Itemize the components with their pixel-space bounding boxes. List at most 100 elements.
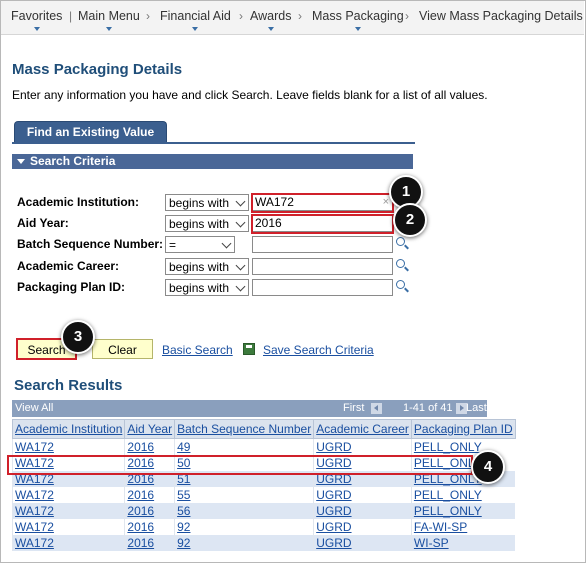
table-header-row: Academic Institution Aid Year Batch Sequ…: [11, 419, 516, 439]
nav-favorites[interactable]: Favorites: [11, 9, 63, 31]
cell-institution[interactable]: WA172: [15, 504, 54, 518]
operator-value: begins with: [169, 217, 230, 231]
operator-value: =: [169, 238, 177, 252]
column-header-batch-sequence-number[interactable]: Batch Sequence Number: [174, 419, 315, 439]
cell-aid-year[interactable]: 2016: [127, 504, 154, 518]
nav-view-mass-packaging-details[interactable]: View Mass Packaging Details: [419, 9, 583, 23]
previous-arrow-icon[interactable]: [371, 403, 382, 414]
last-link[interactable]: Last: [466, 400, 487, 417]
instructions-text: Enter any information you have and click…: [12, 88, 488, 102]
lookup-magnifier-icon[interactable]: [396, 280, 410, 294]
nav-awards[interactable]: Awards: [250, 9, 292, 31]
lookup-magnifier-icon[interactable]: [396, 237, 410, 251]
cell-batch-number[interactable]: 55: [177, 488, 190, 502]
dropdown-arrow-icon: [105, 27, 112, 31]
cell-plan-id[interactable]: WI-SP: [414, 536, 449, 550]
callout-marker: 4: [471, 450, 505, 484]
cell-career[interactable]: UGRD: [316, 536, 351, 550]
dropdown-arrow-icon: [33, 27, 40, 31]
nav-label: Favorites: [11, 9, 63, 23]
view-all-link[interactable]: View All: [15, 400, 53, 417]
nav-label: View Mass Packaging Details: [419, 9, 583, 23]
column-header-academic-career[interactable]: Academic Career: [313, 419, 412, 439]
chevron-right-icon: ›: [239, 9, 243, 23]
cell-batch-number[interactable]: 92: [177, 520, 190, 534]
collapse-triangle-icon: [17, 159, 25, 165]
search-results-title: Search Results: [14, 377, 123, 394]
cell-plan-id[interactable]: PELL_ONLY: [414, 440, 482, 454]
table-row[interactable]: WA172 2016 92 UGRD WI-SP: [11, 535, 516, 551]
operator-select-academic-career[interactable]: begins with: [165, 258, 249, 275]
dropdown-arrow-icon: [192, 27, 199, 31]
table-row[interactable]: WA172 2016 92 UGRD FA-WI-SP: [11, 519, 516, 535]
cell-batch-number[interactable]: 49: [177, 440, 190, 454]
cell-batch-number[interactable]: 92: [177, 536, 190, 550]
nav-label: Main Menu: [78, 9, 140, 23]
callout-marker: 3: [61, 320, 95, 354]
cell-institution[interactable]: WA172: [15, 440, 54, 454]
cell-aid-year[interactable]: 2016: [127, 520, 154, 534]
cell-aid-year[interactable]: 2016: [127, 488, 154, 502]
search-criteria-header[interactable]: Search Criteria: [12, 154, 413, 169]
cell-career[interactable]: UGRD: [316, 440, 351, 454]
save-search-criteria-link[interactable]: Save Search Criteria: [263, 343, 374, 357]
nav-mass-packaging[interactable]: Mass Packaging: [312, 9, 404, 31]
chevron-right-icon: ›: [146, 9, 150, 23]
chevron-down-icon: [235, 260, 246, 271]
results-range: 1-41 of 41: [403, 402, 453, 414]
cell-institution[interactable]: WA172: [15, 520, 54, 534]
dropdown-arrow-icon: [267, 27, 274, 31]
table-row[interactable]: WA172 2016 56 UGRD PELL_ONLY: [11, 503, 516, 519]
search-results-table: Academic Institution Aid Year Batch Sequ…: [11, 419, 516, 551]
cell-aid-year[interactable]: 2016: [127, 440, 154, 454]
page-title: Mass Packaging Details: [12, 61, 183, 78]
column-header-packaging-plan-id[interactable]: Packaging Plan ID: [410, 419, 516, 439]
nav-main-menu[interactable]: Main Menu: [78, 9, 140, 31]
input-batch-sequence-number[interactable]: [252, 236, 393, 253]
operator-select-packaging-plan-id[interactable]: begins with: [165, 279, 249, 296]
cell-institution[interactable]: WA172: [15, 488, 54, 502]
chevron-down-icon: [235, 196, 246, 207]
cell-career[interactable]: UGRD: [316, 488, 351, 502]
table-row[interactable]: WA172 2016 49 UGRD PELL_ONLY: [11, 438, 516, 455]
cell-plan-id[interactable]: PELL_ONLY: [414, 504, 482, 518]
basic-search-link[interactable]: Basic Search: [162, 343, 233, 357]
operator-value: begins with: [169, 281, 230, 295]
lookup-magnifier-icon[interactable]: [396, 259, 410, 273]
label-academic-career: Academic Career:: [17, 259, 120, 273]
cell-career[interactable]: UGRD: [316, 504, 351, 518]
chevron-down-icon: [235, 281, 246, 292]
nav-label: Awards: [250, 9, 292, 23]
table-row[interactable]: WA172 2016 55 UGRD PELL_ONLY: [11, 487, 516, 503]
column-header-academic-institution[interactable]: Academic Institution: [11, 419, 126, 439]
save-disk-icon: [243, 343, 255, 355]
results-navigation-bar: View All First 1-41 of 41 Last: [12, 400, 487, 417]
tab-find-existing-value[interactable]: Find an Existing Value: [14, 121, 167, 143]
highlight-result-row: [7, 455, 473, 475]
dropdown-arrow-icon: [354, 27, 361, 31]
first-link[interactable]: First: [343, 400, 364, 417]
operator-select-aid-year[interactable]: begins with: [165, 215, 249, 232]
operator-value: begins with: [169, 260, 230, 274]
operator-select-academic-institution[interactable]: begins with: [165, 194, 249, 211]
cell-plan-id[interactable]: PELL_ONLY: [414, 488, 482, 502]
highlight-academic-institution: [251, 193, 394, 213]
nav-label: Mass Packaging: [312, 9, 404, 23]
cell-institution[interactable]: WA172: [15, 536, 54, 550]
tab-underline: [12, 142, 415, 144]
cell-plan-id[interactable]: FA-WI-SP: [414, 520, 467, 534]
nav-financial-aid[interactable]: Financial Aid: [160, 9, 231, 31]
chevron-right-icon: ›: [405, 9, 409, 23]
input-packaging-plan-id[interactable]: [252, 279, 393, 296]
chevron-right-icon: ›: [298, 9, 302, 23]
chevron-down-icon: [221, 238, 232, 249]
cell-aid-year[interactable]: 2016: [127, 536, 154, 550]
cell-career[interactable]: UGRD: [316, 520, 351, 534]
input-academic-career[interactable]: [252, 258, 393, 275]
cell-batch-number[interactable]: 56: [177, 504, 190, 518]
section-title: Search Criteria: [30, 154, 116, 168]
operator-select-batch-sequence-number[interactable]: =: [165, 236, 235, 253]
column-header-aid-year[interactable]: Aid Year: [124, 419, 176, 439]
chevron-down-icon: [235, 217, 246, 228]
clear-button[interactable]: Clear: [92, 339, 153, 359]
